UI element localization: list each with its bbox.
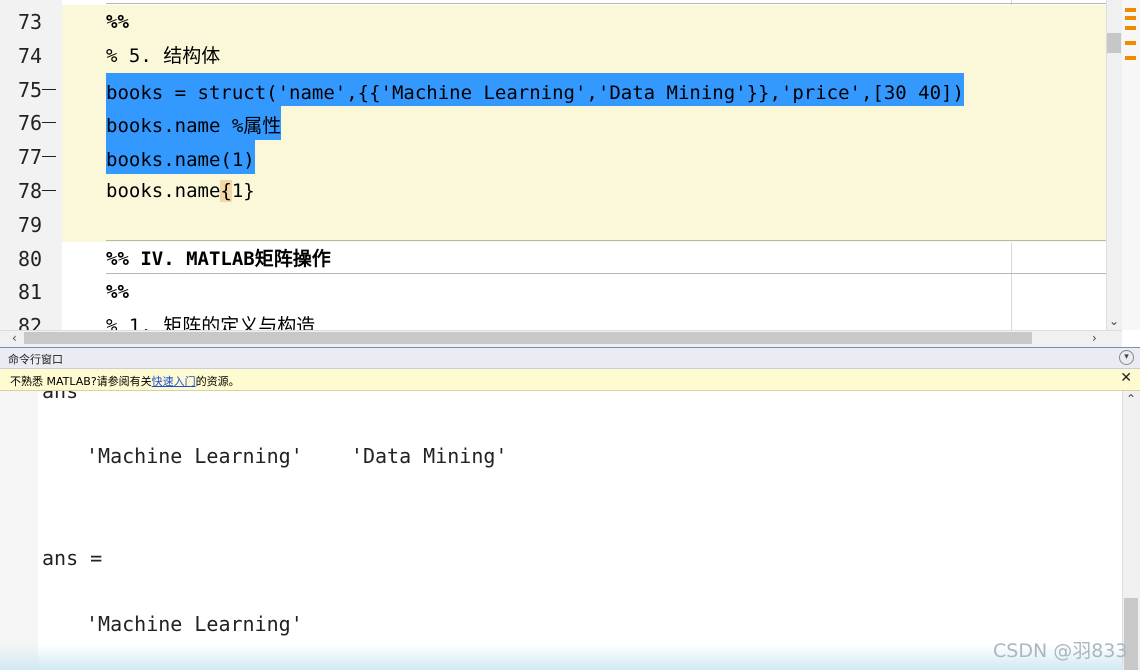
code-text: % 5. 结构体 <box>106 44 221 67</box>
code-line[interactable]: 75 books = struct('name',{{'Machine Learn… <box>18 72 1106 113</box>
executable-line-marker[interactable] <box>42 156 56 158</box>
line-number: 74 <box>18 43 43 68</box>
editor-horizontal-scroll-thumb[interactable] <box>24 332 1032 344</box>
info-message: 不熟悉 MATLAB?请参阅有关快速入门的资源。 <box>10 373 240 389</box>
code-line[interactable]: 81%% <box>18 275 1106 309</box>
warning-mark-icon[interactable] <box>1125 56 1136 60</box>
executable-line-marker[interactable] <box>42 190 56 191</box>
cell-divider <box>106 273 1106 275</box>
code-text: books.name{1} <box>106 180 255 202</box>
info-bar: 不熟悉 MATLAB?请参阅有关快速入门的资源。 ✕ <box>0 369 1140 391</box>
code-text: %% <box>106 11 129 33</box>
close-icon[interactable]: ✕ <box>1120 370 1132 386</box>
code-line[interactable]: 73%% <box>18 5 1106 39</box>
command-window-margin <box>0 391 38 670</box>
info-prefix: 不熟悉 MATLAB?请参阅有关 <box>10 375 152 388</box>
code-line[interactable]: 78 books.name{1} <box>18 174 1106 208</box>
code-line[interactable]: 79 <box>18 207 1106 242</box>
code-analyzer-marks <box>1122 0 1140 330</box>
code-line[interactable]: 76 books.name %属性 <box>18 106 1106 147</box>
quick-start-link[interactable]: 快速入门 <box>152 375 196 388</box>
editor-vertical-scroll-thumb[interactable] <box>1107 33 1121 53</box>
line-number: 81 <box>18 280 43 305</box>
scroll-up-icon[interactable]: ⌃ <box>1126 392 1136 406</box>
command-window-titlebar: 命令行窗口 ▾ <box>0 348 1140 369</box>
code-line[interactable]: 74 % 5. 结构体 <box>18 38 1106 73</box>
line-number: 80 <box>18 246 43 271</box>
executable-line-marker[interactable] <box>42 88 56 90</box>
scroll-down-icon[interactable]: ⌄ <box>1109 314 1119 328</box>
code-area[interactable]: 73%% 74 % 5. 结构体 75 books = struct('name',{{… <box>18 0 1106 338</box>
watermark: CSDN @羽833 <box>993 640 1128 662</box>
info-suffix: 的资源。 <box>195 375 240 388</box>
output-line: ans = <box>42 546 103 570</box>
code-line[interactable]: 77 books.name(1) <box>18 140 1106 181</box>
warning-mark-icon[interactable] <box>1125 41 1136 45</box>
output-line: 'Machine Learning' <box>86 612 303 636</box>
code-line[interactable]: 80 %% IV. MATLAB矩阵操作 <box>18 242 1106 276</box>
output-line: ans <box>42 391 79 403</box>
cell-divider <box>106 239 1106 241</box>
command-window-output[interactable]: ans 'Machine Learning' 'Data Mining' ans… <box>0 391 1122 670</box>
scroll-right-icon[interactable]: › <box>1092 331 1097 345</box>
code-text: %% <box>106 281 129 304</box>
line-number: 79 <box>18 212 43 237</box>
code-text: %% IV. MATLAB矩阵操作 <box>106 247 331 270</box>
decorative-wave <box>0 645 1122 670</box>
executable-line-marker[interactable] <box>42 122 56 124</box>
line-number: 78 <box>18 179 43 203</box>
warning-mark-icon[interactable] <box>1125 16 1136 20</box>
warning-mark-icon[interactable] <box>1125 8 1136 12</box>
command-window-title: 命令行窗口 <box>8 353 63 366</box>
window-actions-icon[interactable]: ▾ <box>1119 350 1134 365</box>
line-number: 75 <box>18 77 43 102</box>
scroll-left-icon[interactable]: ‹ <box>12 331 17 345</box>
cell-divider <box>106 3 1106 4</box>
line-number: 77 <box>18 145 43 170</box>
line-number: 73 <box>18 10 43 34</box>
line-number: 76 <box>18 111 43 136</box>
output-line: 'Machine Learning' 'Data Mining' <box>86 444 508 468</box>
code-editor[interactable]: 73%% 74 % 5. 结构体 75 books = struct('name',{{… <box>0 0 1140 348</box>
warning-mark-icon[interactable] <box>1125 26 1136 30</box>
